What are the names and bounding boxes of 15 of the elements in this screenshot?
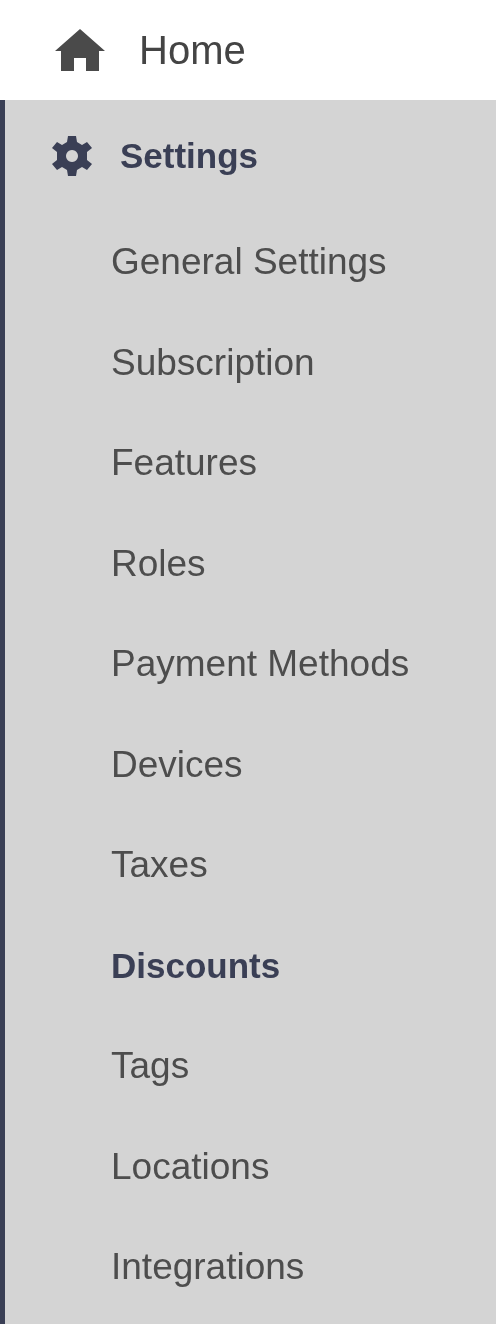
submenu-item[interactable]: Subscription xyxy=(5,312,496,413)
submenu-item[interactable]: General Settings xyxy=(5,212,496,313)
submenu-item[interactable]: Locations xyxy=(5,1116,496,1217)
submenu-item[interactable]: Roles xyxy=(5,513,496,614)
submenu-item[interactable]: Payment Methods xyxy=(5,614,496,715)
settings-icon xyxy=(52,136,92,176)
settings-link[interactable]: Settings xyxy=(5,100,496,212)
home-icon xyxy=(55,29,105,71)
submenu-item[interactable]: Integrations xyxy=(5,1217,496,1318)
submenu-item[interactable]: Devices xyxy=(5,714,496,815)
submenu-item[interactable]: Taxes xyxy=(5,815,496,916)
submenu-item[interactable]: Tags xyxy=(5,1016,496,1117)
home-link[interactable]: Home xyxy=(0,0,496,100)
submenu-item[interactable]: Discounts xyxy=(5,915,496,1016)
submenu-item[interactable]: Features xyxy=(5,413,496,514)
